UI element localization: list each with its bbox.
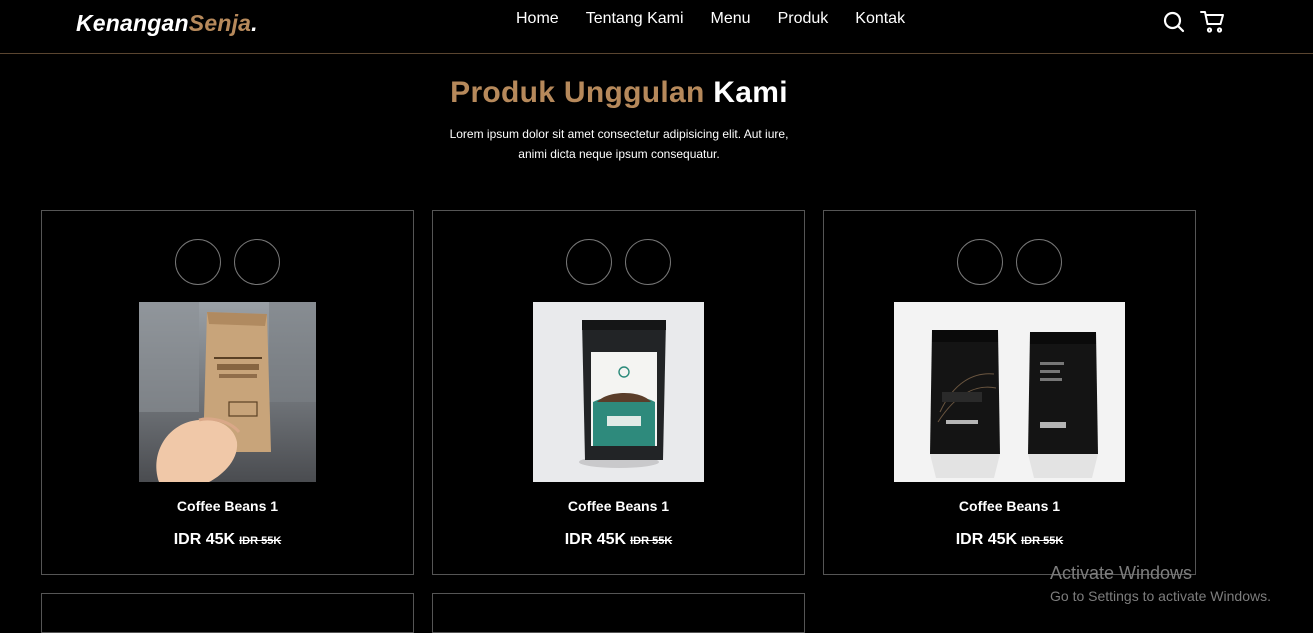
price-old: IDR 55K <box>630 535 673 547</box>
cart-action-button[interactable] <box>566 239 612 285</box>
nav-link-tentang-kami[interactable]: Tentang Kami <box>586 10 684 28</box>
product-card: Coffee Beans 1 IDR 45K IDR 55K <box>41 210 414 575</box>
shopping-cart-icon[interactable] <box>1200 10 1224 34</box>
product-name: Coffee Beans 1 <box>176 498 279 514</box>
brand-dot: . <box>251 10 258 36</box>
product-image <box>433 302 804 482</box>
nav-icons <box>1162 10 1224 34</box>
view-action-button[interactable] <box>1016 239 1062 285</box>
product-name: Coffee Beans 1 <box>958 498 1061 514</box>
card-actions <box>824 239 1195 285</box>
section-title: Produk Unggulan Kami <box>0 76 1238 110</box>
card-actions <box>433 239 804 285</box>
product-card: Coffee Beans 1 IDR 45K IDR 55K <box>432 210 805 575</box>
section-subtitle-line2: animi dicta neque ipsum consequatur. <box>518 147 720 161</box>
section-title-accent: Produk Unggulan <box>450 76 705 109</box>
brand-name: Kenangan <box>76 10 189 36</box>
product-price: IDR 45K IDR 55K <box>433 531 804 549</box>
cart-action-button[interactable] <box>957 239 1003 285</box>
product-card: Coffee Beans 1 IDR 45K IDR 55K <box>823 210 1196 575</box>
navbar: KenanganSenja. Home Tentang Kami Menu Pr… <box>0 0 1313 54</box>
brand-logo[interactable]: KenanganSenja. <box>76 10 258 37</box>
price-current: IDR 45K <box>564 531 627 548</box>
product-card <box>41 593 414 633</box>
product-image <box>42 302 413 482</box>
price-current: IDR 45K <box>955 531 1018 548</box>
section-title-rest: Kami <box>713 76 788 109</box>
section-subtitle: Lorem ipsum dolor sit amet consectetur a… <box>419 124 819 164</box>
product-price: IDR 45K IDR 55K <box>42 531 413 549</box>
search-icon[interactable] <box>1162 10 1186 34</box>
brand-accent: Senja <box>188 10 252 36</box>
price-old: IDR 55K <box>1021 535 1064 547</box>
nav-link-kontak[interactable]: Kontak <box>855 10 905 28</box>
card-actions <box>42 239 413 285</box>
product-image <box>824 302 1195 482</box>
product-name: Coffee Beans 1 <box>567 498 670 514</box>
cart-action-button[interactable] <box>175 239 221 285</box>
nav-link-menu[interactable]: Menu <box>711 10 751 28</box>
price-current: IDR 45K <box>173 531 236 548</box>
view-action-button[interactable] <box>625 239 671 285</box>
product-price: IDR 45K IDR 55K <box>824 531 1195 549</box>
view-action-button[interactable] <box>234 239 280 285</box>
nav-link-home[interactable]: Home <box>516 10 559 28</box>
nav-link-produk[interactable]: Produk <box>778 10 829 28</box>
price-old: IDR 55K <box>239 535 282 547</box>
product-card <box>432 593 805 633</box>
nav-links: Home Tentang Kami Menu Produk Kontak <box>516 10 932 28</box>
watermark-subtitle: Go to Settings to activate Windows. <box>1050 588 1271 604</box>
section-subtitle-line1: Lorem ipsum dolor sit amet consectetur a… <box>449 127 789 141</box>
